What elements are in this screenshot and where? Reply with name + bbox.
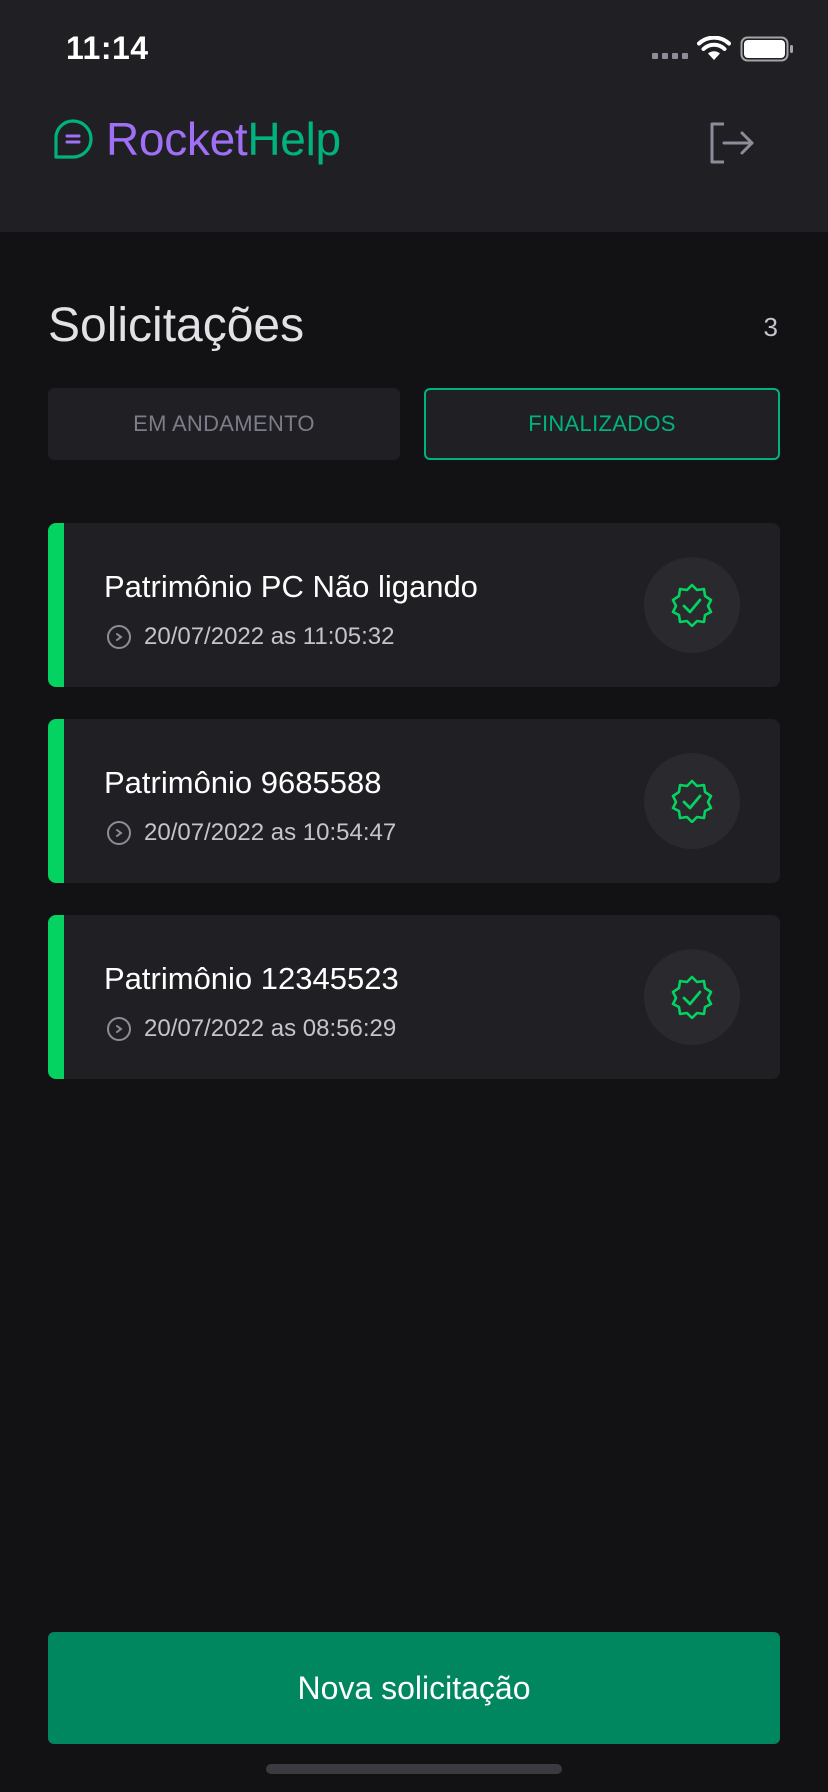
filter-closed-button[interactable]: FINALIZADOS (424, 388, 780, 460)
order-title: Patrimônio PC Não ligando (104, 569, 478, 604)
app-logo: RocketHelp (52, 112, 341, 166)
status-badge (644, 557, 740, 653)
order-title: Patrimônio 9685588 (104, 765, 382, 800)
filter-open-button[interactable]: EM ANDAMENTO (48, 388, 400, 460)
order-meta: 20/07/2022 as 11:05:32 (106, 623, 394, 651)
logo-text-rocket: Rocket (106, 113, 248, 165)
status-bar (48, 915, 64, 1079)
order-meta: 20/07/2022 as 10:54:47 (106, 819, 396, 847)
new-request-button[interactable]: Nova solicitação (48, 1632, 780, 1744)
order-date: 20/07/2022 as 10:54:47 (144, 819, 397, 846)
order-date: 20/07/2022 as 11:05:32 (144, 623, 395, 650)
clock-icon (107, 1017, 131, 1041)
order-meta: 20/07/2022 as 08:56:29 (106, 1015, 396, 1043)
order-title: Patrimônio 12345523 (104, 961, 399, 996)
order-card[interactable]: Patrimônio 12345523 20/07/2022 as 08:56:… (48, 915, 780, 1079)
orders-count: 3 (763, 312, 778, 342)
sign-out-icon[interactable] (706, 118, 756, 168)
battery-icon (740, 36, 793, 62)
check-badge-icon (671, 779, 713, 823)
status-time: 11:14 (66, 30, 149, 66)
check-badge-icon (671, 583, 713, 627)
cellular-signal-icon (652, 53, 688, 59)
check-badge-icon (671, 975, 713, 1019)
home-indicator[interactable] (266, 1764, 562, 1774)
page-title: Solicitações (48, 299, 305, 352)
clock-icon (107, 625, 131, 649)
status-badge (644, 753, 740, 849)
logo-text-help: Help (247, 113, 341, 165)
order-card[interactable]: Patrimônio 9685588 20/07/2022 as 10:54:4… (48, 719, 780, 883)
app-header: 11:14 RocketHelp (0, 0, 828, 232)
status-bar (48, 719, 64, 883)
wifi-icon (697, 36, 731, 60)
chat-bubble-icon (54, 119, 93, 159)
status-bar (48, 523, 64, 687)
order-date: 20/07/2022 as 08:56:29 (144, 1015, 397, 1042)
status-badge (644, 949, 740, 1045)
order-card[interactable]: Patrimônio PC Não ligando 20/07/2022 as … (48, 523, 780, 687)
clock-icon (107, 821, 131, 845)
